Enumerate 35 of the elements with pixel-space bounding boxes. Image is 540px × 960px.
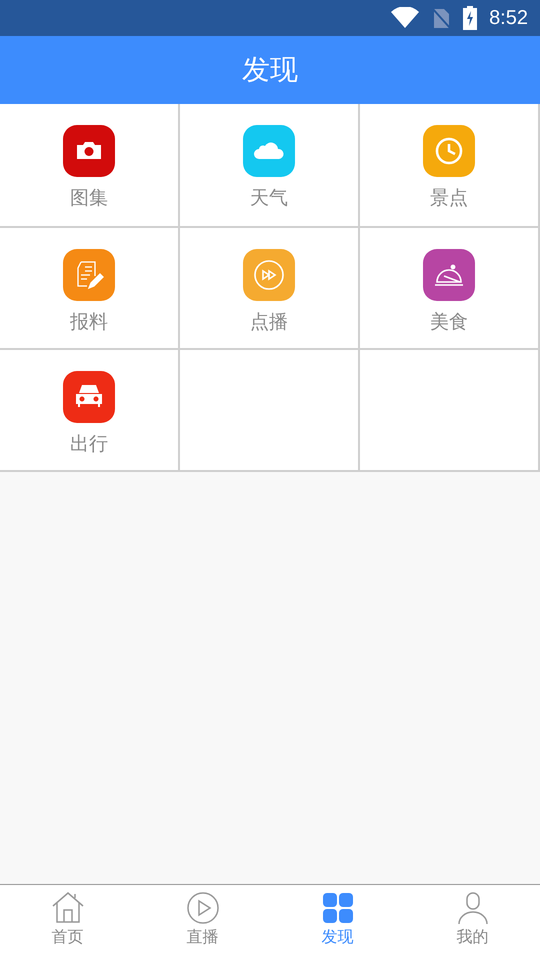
nav-tab[interactable]: 我的 [405,885,540,960]
app-tile[interactable] [423,125,475,177]
play-icon [186,891,220,925]
grid-cell[interactable]: 点播 [180,226,360,348]
wifi-icon [391,7,420,29]
grid-icon [320,891,354,925]
nav-tab[interactable]: 直播 [135,885,270,960]
tile-label: 出行 [70,432,108,457]
home-icon [50,891,84,925]
nav-tab[interactable]: 首页 [0,885,135,960]
grid-cell[interactable]: 景点 [360,104,540,226]
grid-cell[interactable]: 出行 [0,348,180,470]
user-icon [456,891,490,925]
app-tile[interactable] [63,125,115,177]
app-tile[interactable] [423,249,475,301]
tile-label: 点播 [250,310,288,335]
tile-label: 景点 [430,186,468,211]
tile-label: 图集 [70,186,108,211]
grid-cell[interactable]: 报料 [0,226,180,348]
tile-label: 天气 [250,186,288,211]
fast-forward-icon [252,258,286,292]
app-tile[interactable] [63,371,115,423]
tile-label: 美食 [430,310,468,335]
page-title: 发现 [242,52,298,88]
grid-cell[interactable]: 美食 [360,226,540,348]
app-tile[interactable] [243,125,295,177]
app-tile[interactable] [243,249,295,301]
nav-tab[interactable]: 发现 [270,885,405,960]
grid-cell[interactable]: 天气 [180,104,360,226]
battery-charging-icon [463,6,478,30]
app-tile[interactable] [63,249,115,301]
grid-cell[interactable]: 图集 [0,104,180,226]
clock-time: 8:52 [489,6,528,30]
no-sim-icon [431,7,452,29]
tile-label: 报料 [70,310,108,335]
